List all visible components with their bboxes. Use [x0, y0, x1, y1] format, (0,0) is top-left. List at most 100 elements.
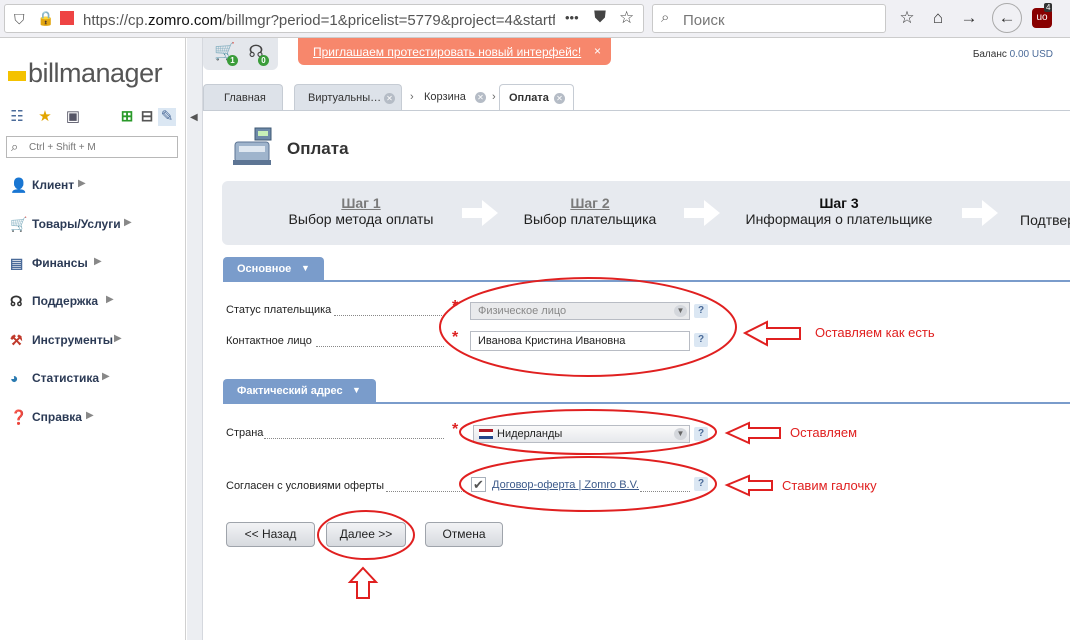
- help-icon[interactable]: ?: [694, 333, 708, 347]
- step-1[interactable]: Шаг 1 Выбор метода оплаты: [286, 195, 436, 227]
- promo-link[interactable]: Приглашаем протестировать новый интерфей…: [313, 45, 581, 59]
- user-icon: 👤: [10, 177, 28, 193]
- promo-banner: Приглашаем протестировать новый интерфей…: [298, 38, 611, 65]
- country-select[interactable]: Нидерланды ▼: [473, 425, 690, 443]
- panel-splitter[interactable]: ◀: [187, 38, 203, 640]
- support-headset-icon[interactable]: ☊ 0: [245, 42, 269, 66]
- step-arrow-icon: [962, 200, 998, 226]
- promo-close-icon[interactable]: ×: [594, 44, 601, 58]
- sidebar-item-support[interactable]: ☊ Поддержка ▶: [10, 292, 180, 312]
- pie-chart-icon: ◕: [10, 370, 19, 386]
- pin-icon[interactable]: ✎: [158, 108, 176, 126]
- back-button[interactable]: << Назад: [226, 522, 315, 547]
- chevron-right-icon: ▶: [106, 294, 114, 305]
- help-book-icon: ❓: [10, 409, 28, 425]
- agree-offer-label: Согласен с условиями оферты: [226, 480, 385, 492]
- basket-icon[interactable]: 🛒 1: [214, 42, 238, 66]
- briefcase-icon[interactable]: ▣: [64, 108, 82, 126]
- left-panel: billmanager ☷ ★ ▣ ⊞ ⊟ ✎ ⌕ 👤 Клиент ▶ 🛒 Т…: [0, 38, 186, 640]
- pocket-icon[interactable]: ⛊: [594, 9, 606, 27]
- register-icon: ▤: [10, 255, 24, 271]
- balance: Баланс 0.00 USD: [973, 49, 1053, 60]
- wizard-steps: Шаг 1 Выбор метода оплаты Шаг 2 Выбор пл…: [222, 181, 1070, 245]
- annotation-keep: Оставляем: [790, 425, 858, 440]
- annotation-check-box: Ставим галочку: [782, 478, 877, 493]
- payer-status-select: Физическое лицо ▼: [470, 302, 690, 320]
- step-arrow-icon: [462, 200, 498, 226]
- tab-cart[interactable]: Корзина ✕: [411, 84, 500, 110]
- help-icon[interactable]: ?: [694, 427, 708, 441]
- menu-search-input[interactable]: [29, 139, 174, 155]
- required-marker: *: [452, 421, 459, 438]
- left-arrow-icon: [724, 474, 773, 497]
- annotation-ellipse: [439, 277, 737, 377]
- menu-search-field[interactable]: ⌕: [6, 136, 178, 158]
- sidebar-item-help[interactable]: ❓ Справка ▶: [10, 408, 180, 428]
- favorites-star-icon[interactable]: ★: [36, 108, 54, 126]
- tab-virtual[interactable]: Виртуальны… ✕: [294, 84, 402, 110]
- forward-icon[interactable]: →: [957, 6, 981, 30]
- dotted-leader: [334, 315, 444, 316]
- bookmark-star-icon[interactable]: ☆: [619, 8, 634, 28]
- sidebar-item-finance[interactable]: ▤ Финансы ▶: [10, 254, 180, 274]
- library-icon[interactable]: ☆: [895, 6, 919, 30]
- sidebar-item-tools[interactable]: ⚒ Инструменты ▶: [10, 331, 180, 351]
- contact-person-input[interactable]: Иванова Кристина Ивановна: [470, 331, 690, 351]
- sidebar-item-statistics[interactable]: ◕ Статистика ▶: [10, 369, 180, 389]
- home-icon[interactable]: ⌂: [926, 6, 950, 30]
- url-bar[interactable]: ⛉ 🔒 https://cp.zomro.com/billmgr?period=…: [4, 4, 644, 33]
- balance-label: Баланс: [972, 49, 1007, 60]
- ublock-badge: 4: [1044, 3, 1053, 12]
- section-main-header[interactable]: Основное ▼: [223, 257, 324, 281]
- tools-icon: ⚒: [10, 332, 23, 348]
- search-icon: ⌕: [11, 139, 19, 154]
- headset-icon: ☊: [10, 293, 23, 309]
- collapse-all-icon[interactable]: ⊟: [138, 108, 156, 126]
- chevron-right-icon: ▶: [78, 178, 86, 189]
- browser-search-bar[interactable]: ⌕ Поиск: [652, 4, 886, 33]
- close-tab-icon[interactable]: ✕: [384, 93, 395, 104]
- expand-all-icon[interactable]: ⊞: [118, 108, 136, 126]
- chevron-right-icon: ▶: [94, 256, 102, 267]
- logo: billmanager: [28, 58, 163, 88]
- step-2[interactable]: Шаг 2 Выбор плательщика: [515, 195, 665, 227]
- chevron-right-icon: ▶: [114, 333, 122, 344]
- dotted-leader: [640, 491, 690, 492]
- browser-toolbar: ⛉ 🔒 https://cp.zomro.com/billmgr?period=…: [0, 0, 1070, 38]
- step-4: Подтвер: [1020, 212, 1070, 228]
- url-text[interactable]: https://cp.zomro.com/billmgr?period=1&pr…: [83, 12, 555, 29]
- left-arrow-icon: [724, 421, 781, 445]
- dotted-leader: [316, 346, 444, 347]
- sidebar-item-products[interactable]: 🛒 Товары/Услуги ▶: [10, 215, 180, 235]
- tab-payment[interactable]: Оплата ✕: [499, 84, 574, 111]
- section-address-header[interactable]: Фактический адрес ▼: [223, 379, 376, 403]
- close-tab-icon[interactable]: ✕: [475, 92, 486, 103]
- help-icon[interactable]: ?: [694, 304, 708, 318]
- close-tab-icon[interactable]: ✕: [554, 93, 565, 104]
- help-icon[interactable]: ?: [694, 477, 708, 491]
- chevron-right-icon: ▶: [86, 410, 94, 421]
- chevron-right-icon: ▶: [124, 217, 132, 228]
- section-main-line: [223, 280, 1070, 282]
- up-arrow-icon: [347, 566, 379, 599]
- back-icon[interactable]: ←: [992, 3, 1022, 33]
- country-label: Страна: [226, 427, 264, 439]
- dotted-leader: [386, 491, 466, 492]
- sidebar-toolbar: ☷ ★ ▣ ⊞ ⊟ ✎: [8, 108, 178, 128]
- payer-status-label: Статус плательщика: [226, 304, 332, 316]
- sidebar-item-client[interactable]: 👤 Клиент ▶: [10, 176, 180, 196]
- basket-count-badge: 1: [227, 55, 238, 66]
- lock-icon[interactable]: 🔒: [37, 10, 54, 27]
- tab-home[interactable]: Главная: [203, 84, 283, 110]
- cancel-button[interactable]: Отмена: [425, 522, 503, 547]
- required-marker: *: [452, 329, 459, 346]
- next-button[interactable]: Далее >>: [326, 522, 406, 547]
- shield-icon[interactable]: ⛉: [14, 11, 25, 28]
- collapse-panel-icon[interactable]: ◀: [190, 112, 198, 123]
- balance-value[interactable]: 0.00 USD: [1010, 49, 1053, 60]
- menu-tree-icon[interactable]: ☷: [8, 108, 26, 126]
- agree-checkbox[interactable]: ✔: [471, 477, 486, 492]
- offer-contract-link[interactable]: Договор-оферта | Zomro B.V.: [492, 479, 639, 491]
- cart-icon: 🛒: [10, 216, 28, 232]
- page-actions-icon[interactable]: •••: [565, 10, 579, 25]
